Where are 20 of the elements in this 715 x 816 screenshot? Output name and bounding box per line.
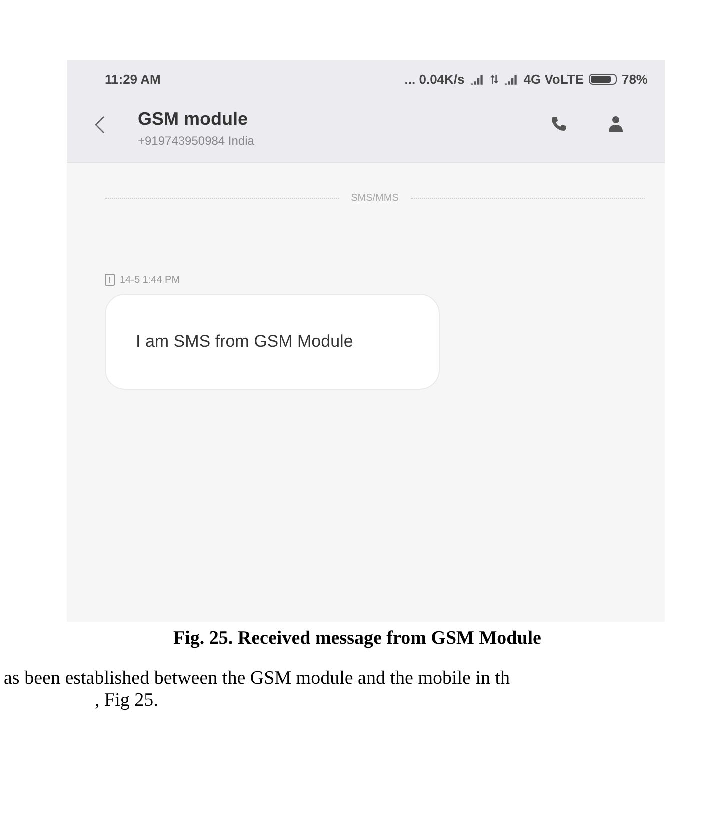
network-speed: ... 0.04K/s: [404, 72, 465, 87]
sim-icon: [105, 274, 115, 286]
battery-icon: [588, 74, 617, 85]
channel-label: SMS/MMS: [351, 193, 399, 204]
body-text: as been established between the GSM module and the mobile in th: [3, 668, 512, 690]
back-icon[interactable]: [95, 116, 105, 134]
message-text: I am SMS from GSM Module: [136, 332, 354, 351]
figure-caption: Fig. 25. Received message from GSM Module: [172, 628, 542, 650]
phone-icon[interactable]: [551, 116, 567, 132]
data-transfer-icon: [490, 74, 499, 85]
body-text: , Fig 25.: [94, 690, 160, 712]
person-icon[interactable]: [609, 116, 623, 132]
signal-icon: [504, 74, 519, 85]
contact-number: +919743950984 India: [138, 134, 256, 148]
contact-name: GSM module: [138, 109, 250, 130]
battery-percent: 78%: [622, 72, 648, 87]
signal-icon: [470, 74, 485, 85]
network-type: 4G VoLTE: [524, 72, 584, 87]
message-timestamp: 14-5 1:44 PM: [120, 274, 180, 286]
status-time: 11:29 AM: [105, 72, 161, 87]
